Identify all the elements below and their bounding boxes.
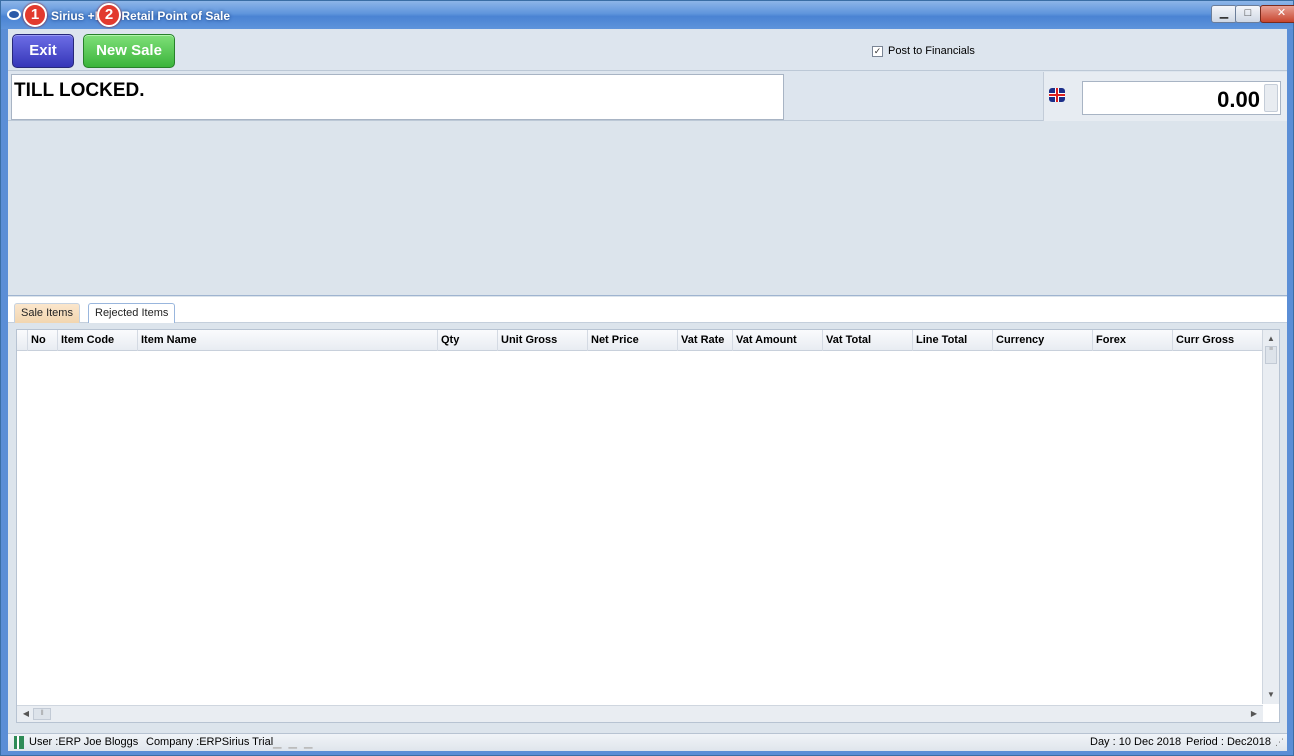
column-header-item-code[interactable]: Item Code	[57, 330, 137, 351]
window-title: Sirius +Dte: Retail Point of Sale	[51, 9, 231, 23]
vertical-scroll-thumb[interactable]: ≡	[1265, 346, 1277, 364]
items-tabstrip: Sale Items Rejected Items	[8, 297, 1287, 323]
amount-value: 0.00	[1217, 87, 1260, 112]
column-header-item-name[interactable]: Item Name	[137, 330, 437, 351]
tab-sale-items[interactable]: Sale Items	[14, 303, 80, 323]
column-header-curr-gross[interactable]: Curr Gross	[1172, 330, 1263, 351]
horizontal-scroll-thumb[interactable]: ⦀	[33, 708, 51, 720]
annotation-badge-2: 2	[97, 3, 121, 27]
column-header-qty[interactable]: Qty	[437, 330, 497, 351]
column-header-vat-total[interactable]: Vat Total	[822, 330, 912, 351]
uk-flag-icon	[1049, 88, 1065, 102]
post-to-financials-checkbox[interactable]: ✓	[872, 45, 883, 57]
tab-rejected-items[interactable]: Rejected Items	[88, 303, 176, 323]
column-header-unit-gross[interactable]: Unit Gross	[497, 330, 587, 351]
post-to-financials-option[interactable]: ✓ Post to Financials	[872, 45, 975, 57]
close-button[interactable]: ✕	[1260, 5, 1294, 23]
column-header-forex[interactable]: Forex	[1092, 330, 1172, 351]
database-icon	[14, 736, 24, 749]
post-to-financials-label: Post to Financials	[888, 45, 975, 57]
new-sale-button[interactable]: New Sale	[83, 34, 175, 68]
column-header-no[interactable]: No	[27, 330, 57, 351]
application-window: Sirius +Dte: Retail Point of Sale 1 2 ▁ …	[0, 0, 1294, 756]
app-icon[interactable]	[7, 9, 21, 20]
status-user: User :ERP Joe Bloggs	[29, 736, 139, 748]
title-bar[interactable]: Sirius +Dte: Retail Point of Sale 1 2 ▁ …	[1, 1, 1294, 29]
vertical-scrollbar[interactable]: ▲ ≡ ▼	[1262, 330, 1279, 704]
status-separator: ▁ ▁ ▁	[273, 737, 315, 749]
column-header-currency[interactable]: Currency	[992, 330, 1092, 351]
status-period: Period : Dec2018	[1186, 736, 1271, 748]
toolbar: Exit New Sale ✓ Post to Financials	[8, 29, 1287, 71]
column-header-vat-rate[interactable]: Vat Rate	[677, 330, 732, 351]
amount-panel: 0.00	[1043, 72, 1287, 121]
grid-header: No Item Code Item Name Qty Unit Gross Ne…	[17, 330, 1263, 351]
client-area: Exit New Sale ✓ Post to Financials TILL …	[8, 29, 1287, 733]
column-header-line-total[interactable]: Line Total	[912, 330, 992, 351]
status-company: Company :ERPSirius Trial	[146, 736, 274, 748]
till-status-text: TILL LOCKED.	[14, 80, 145, 101]
resize-grip-icon[interactable]: ⋰	[1275, 737, 1284, 748]
amount-field: 0.00	[1082, 81, 1281, 115]
exit-button[interactable]: Exit	[12, 34, 74, 68]
column-header-vat-amount[interactable]: Vat Amount	[732, 330, 822, 351]
amount-side-button[interactable]	[1264, 84, 1278, 112]
items-grid[interactable]: No Item Code Item Name Qty Unit Gross Ne…	[16, 329, 1280, 723]
maximize-button[interactable]: □	[1235, 5, 1261, 23]
scroll-up-icon[interactable]: ▲	[1264, 332, 1278, 346]
product-button-area	[8, 121, 1287, 296]
column-header-net-price[interactable]: Net Price	[587, 330, 677, 351]
scroll-right-icon[interactable]: ▶	[1247, 707, 1261, 721]
minimize-button[interactable]: ▁	[1211, 5, 1237, 23]
scroll-left-icon[interactable]: ◀	[19, 707, 33, 721]
till-status-box: TILL LOCKED.	[11, 74, 784, 120]
till-info-bar: TILL LOCKED. 0.00	[8, 71, 1287, 121]
annotation-badge-1: 1	[23, 3, 47, 27]
horizontal-scrollbar[interactable]: ◀ ⦀ ▶	[17, 705, 1263, 722]
status-day: Day : 10 Dec 2018	[1090, 736, 1182, 748]
status-bar: User :ERP Joe Bloggs Company :ERPSirius …	[8, 733, 1287, 751]
scroll-down-icon[interactable]: ▼	[1264, 688, 1278, 702]
